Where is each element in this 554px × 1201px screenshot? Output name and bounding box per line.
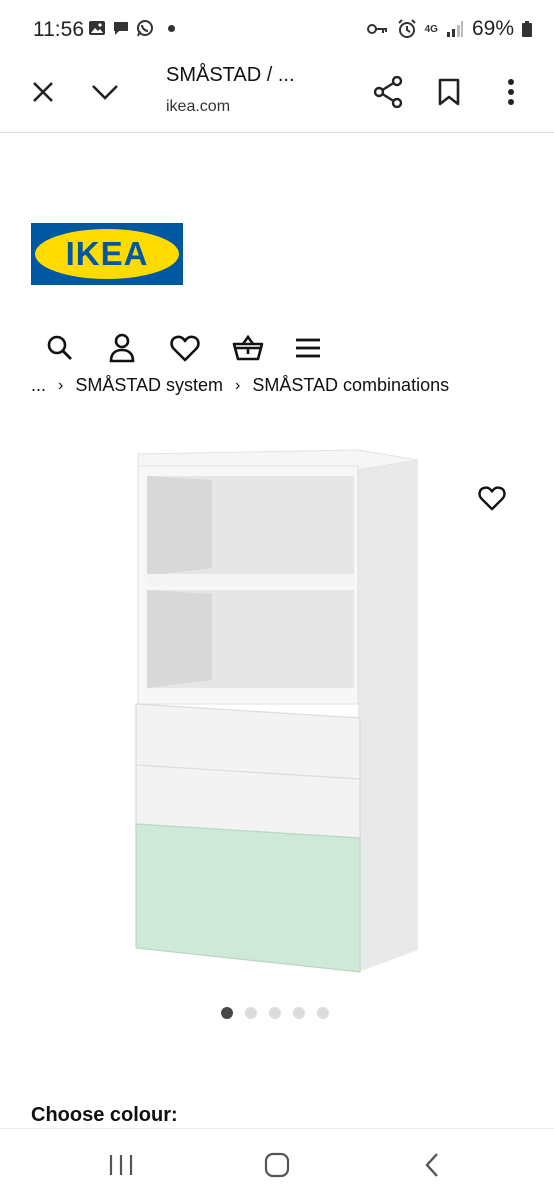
basket-icon bbox=[232, 334, 264, 361]
close-tab-button[interactable] bbox=[21, 70, 65, 114]
system-navigation-bar bbox=[0, 1128, 554, 1201]
share-button[interactable] bbox=[366, 70, 410, 114]
breadcrumb-item-smastad-system[interactable]: SMÅSTAD system bbox=[75, 375, 223, 396]
status-right: 4G 69% bbox=[366, 17, 532, 41]
pagination-dot-1[interactable] bbox=[221, 1007, 233, 1019]
upper-shelf-inner-wall bbox=[147, 476, 212, 576]
lower-shelf-inner-wall bbox=[147, 590, 212, 688]
search-icon bbox=[47, 335, 72, 360]
recent-apps-icon bbox=[109, 1155, 133, 1175]
back-icon bbox=[425, 1153, 438, 1177]
breadcrumb-item-smastad-combinations[interactable]: SMÅSTAD combinations bbox=[252, 375, 449, 396]
product-image[interactable] bbox=[120, 440, 430, 1000]
notification-icons bbox=[88, 19, 175, 37]
menu-icon bbox=[296, 338, 320, 358]
browser-toolbar: SMÅSTAD / ... ikea.com bbox=[0, 58, 554, 133]
basket-button[interactable] bbox=[232, 330, 294, 366]
ikea-logo[interactable]: IKEA bbox=[31, 223, 183, 285]
heart-icon bbox=[170, 335, 200, 362]
middle-shelf bbox=[147, 574, 354, 586]
alarm-icon bbox=[397, 19, 416, 38]
bookmark-button[interactable] bbox=[427, 70, 471, 114]
close-icon bbox=[33, 82, 53, 102]
header-nav bbox=[46, 330, 356, 366]
network-type: 4G bbox=[424, 23, 438, 35]
chevron-down-icon bbox=[92, 85, 118, 100]
gallery-icon bbox=[89, 21, 105, 35]
logo-text: IKEA bbox=[65, 235, 149, 272]
breadcrumb-ellipsis[interactable]: ... bbox=[31, 375, 46, 396]
heart-icon bbox=[478, 486, 506, 511]
back-button[interactable] bbox=[407, 1143, 457, 1187]
pagination-dot-4[interactable] bbox=[293, 1007, 305, 1019]
page-url[interactable]: ikea.com bbox=[166, 98, 230, 116]
chat-icon bbox=[114, 22, 128, 35]
choose-colour-heading: Choose colour: bbox=[31, 1104, 178, 1126]
battery-percent: 69% bbox=[471, 17, 514, 40]
key-icon bbox=[366, 24, 387, 34]
more-options-button[interactable] bbox=[489, 70, 533, 114]
pagination-dot-2[interactable] bbox=[245, 1007, 257, 1019]
logo-oval: IKEA bbox=[35, 229, 179, 279]
home-button[interactable] bbox=[252, 1143, 302, 1187]
account-icon bbox=[109, 333, 135, 363]
more-vert-icon bbox=[508, 79, 514, 105]
search-button[interactable] bbox=[46, 330, 108, 366]
pagination-dot-5[interactable] bbox=[317, 1007, 329, 1019]
page-title[interactable]: SMÅSTAD / ... bbox=[166, 64, 295, 87]
cabinet-side-panel bbox=[358, 460, 418, 972]
recent-apps-button[interactable] bbox=[96, 1143, 146, 1187]
status-time: 11:56 bbox=[33, 18, 84, 41]
breadcrumb-separator: › bbox=[235, 376, 241, 394]
add-to-favourites-button[interactable] bbox=[476, 482, 508, 514]
signal-icon bbox=[446, 21, 463, 37]
status-bar: 11:56 4G 69% bbox=[0, 0, 554, 58]
drawer-mint bbox=[135, 823, 361, 973]
breadcrumb-separator: › bbox=[58, 376, 64, 394]
image-pagination bbox=[221, 1007, 329, 1019]
minimize-button[interactable] bbox=[83, 70, 127, 114]
favourites-button[interactable] bbox=[170, 330, 232, 366]
more-notifications-icon bbox=[168, 24, 175, 32]
share-icon bbox=[373, 76, 403, 108]
bookmark-icon bbox=[438, 78, 460, 106]
battery-icon bbox=[522, 21, 532, 37]
home-icon bbox=[264, 1152, 290, 1178]
menu-button[interactable] bbox=[294, 330, 356, 366]
account-button[interactable] bbox=[108, 330, 170, 366]
breadcrumb: ... › SMÅSTAD system › SMÅSTAD combinati… bbox=[31, 375, 449, 396]
pagination-dot-3[interactable] bbox=[269, 1007, 281, 1019]
whatsapp-icon bbox=[137, 20, 153, 37]
